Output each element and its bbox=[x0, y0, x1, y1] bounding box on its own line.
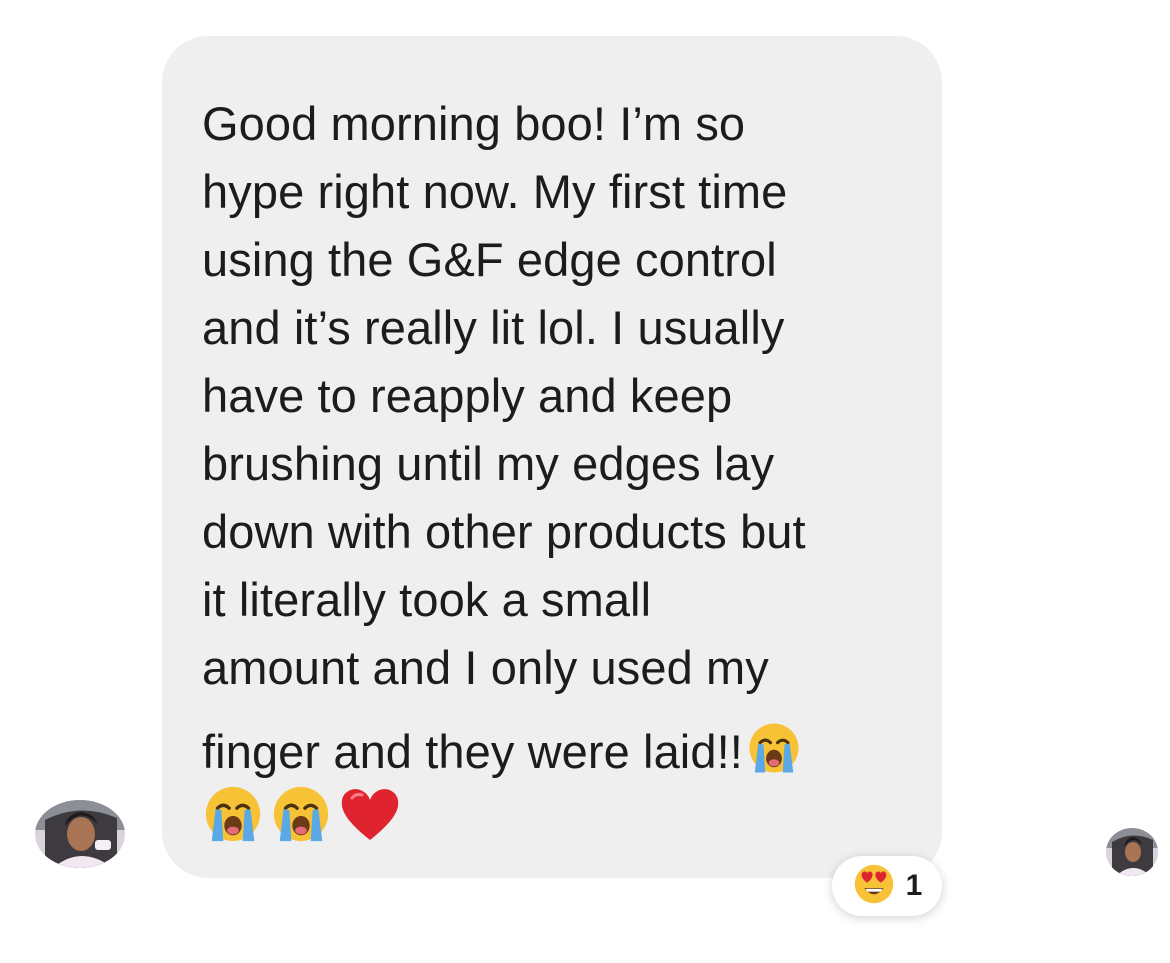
message-bubble[interactable]: Good morning boo! I’m so hype right now.… bbox=[162, 36, 942, 878]
crying-face-icon bbox=[202, 783, 264, 850]
message-line: finger and they were laid!! bbox=[202, 725, 743, 778]
red-heart-icon bbox=[338, 784, 402, 849]
trailing-emoji-row bbox=[202, 784, 402, 848]
message-line: down with other products but bbox=[202, 505, 806, 558]
message-line: brushing until my edges lay bbox=[202, 437, 775, 490]
read-receipt-avatar bbox=[1106, 828, 1158, 876]
message-line: Good morning boo! I’m so bbox=[202, 97, 746, 150]
crying-face-icon bbox=[745, 720, 803, 788]
message-line: using the G&F edge control bbox=[202, 233, 777, 286]
chat-thread: Good morning boo! I’m so hype right now.… bbox=[0, 0, 1170, 963]
message-line: have to reapply and keep bbox=[202, 369, 733, 422]
sender-avatar[interactable] bbox=[35, 800, 125, 868]
avatar-photo-icon bbox=[1106, 828, 1158, 876]
reaction-count: 1 bbox=[905, 869, 923, 902]
avatar-photo-icon bbox=[35, 800, 125, 868]
reaction-badge[interactable]: 1 bbox=[832, 856, 942, 916]
message-line: it literally took a small bbox=[202, 573, 652, 626]
message-last-line: finger and they were laid!! bbox=[202, 720, 803, 788]
message-line: amount and I only used my bbox=[202, 641, 769, 694]
heart-eyes-face-icon bbox=[852, 862, 896, 911]
message-line: hype right now. My first time bbox=[202, 165, 788, 218]
crying-face-icon bbox=[270, 783, 332, 850]
message-line: and it’s really lit lol. I usually bbox=[202, 301, 785, 354]
